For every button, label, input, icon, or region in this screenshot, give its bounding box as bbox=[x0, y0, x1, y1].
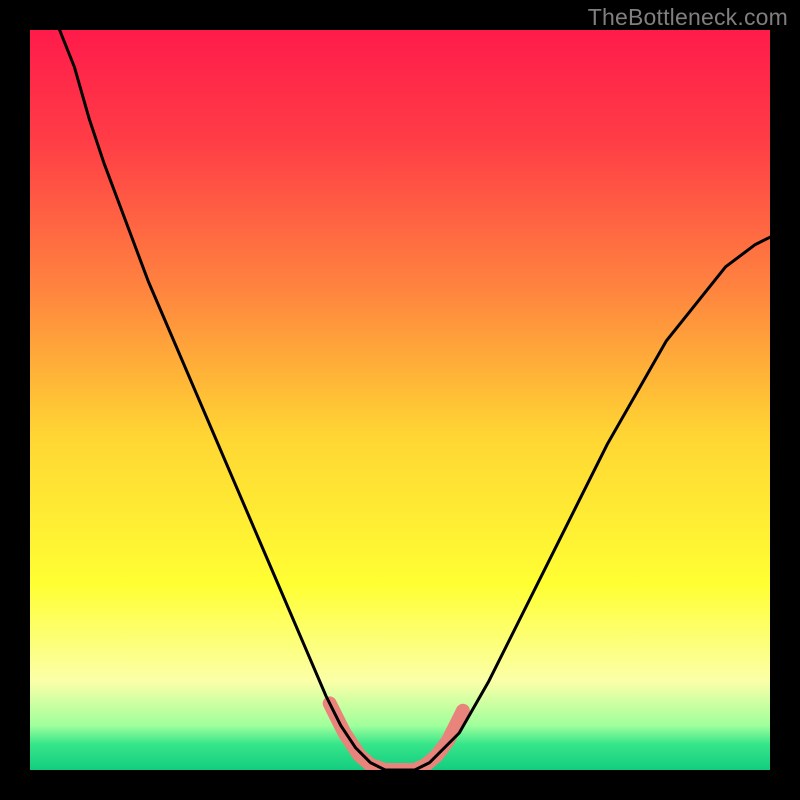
gradient-background bbox=[30, 30, 770, 770]
watermark-text: TheBottleneck.com bbox=[588, 4, 788, 31]
plot-area bbox=[30, 30, 770, 770]
bottleneck-chart bbox=[30, 30, 770, 770]
chart-frame: TheBottleneck.com bbox=[0, 0, 800, 800]
